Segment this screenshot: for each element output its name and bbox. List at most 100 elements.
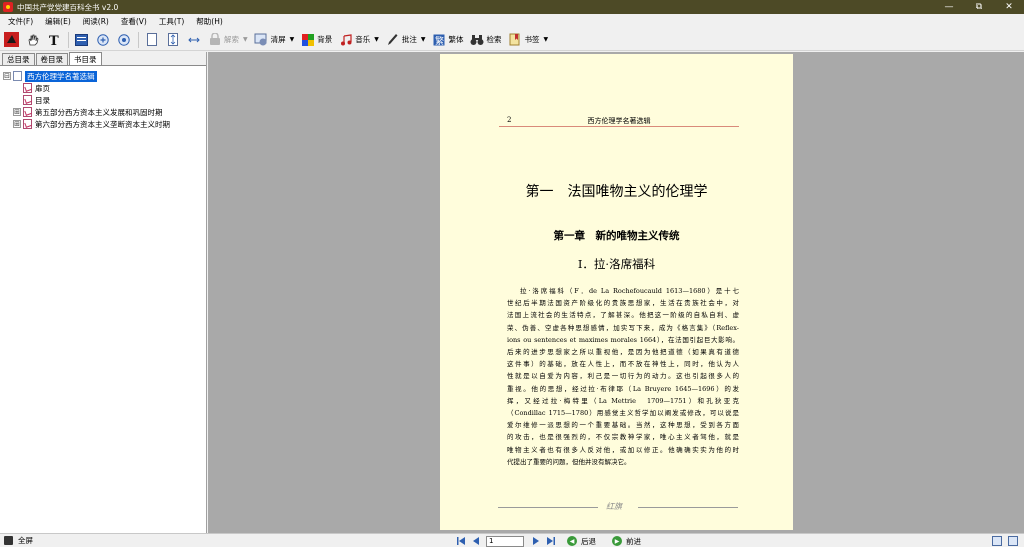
single-view-icon[interactable] xyxy=(992,536,1002,546)
menu-file[interactable]: 文件(F) xyxy=(8,16,33,27)
body-line: 性就是以自爱为内容，利己是一切行为的动力。这也引起很多人的 xyxy=(507,372,739,381)
background-button[interactable]: 背景 xyxy=(298,31,334,49)
fit-page-button[interactable] xyxy=(142,31,161,49)
body-line: 这件事）的基础，放在人性上，而不放在神性上，同时，他认为人 xyxy=(507,360,739,369)
bookmark-icon xyxy=(508,32,523,47)
body-line: ions ou sentences et maximes morales 166… xyxy=(507,335,739,344)
document-viewer[interactable]: 2 西方伦理学名著选辑 第一 法国唯物主义的伦理学 第一章 新的唯物主义传统 Ⅰ… xyxy=(208,52,1024,533)
bookmark-button[interactable]: 书签 ▼ xyxy=(506,31,551,49)
last-page-button[interactable] xyxy=(546,536,556,546)
section-title: Ⅰ．拉·洛席福科 xyxy=(577,257,656,271)
body-line: 爱尔维修一派思想的一个重要基础。当然，这种思想，受到各方面 xyxy=(507,421,739,430)
back-button[interactable]: ◀ 后退 xyxy=(567,536,596,547)
fit-width-button[interactable] xyxy=(184,31,203,49)
forward-label: 前进 xyxy=(626,536,641,546)
next-page-icon xyxy=(533,537,539,545)
menu-edit[interactable]: 编辑(E) xyxy=(45,16,71,27)
chevron-down-icon: ▼ xyxy=(543,36,549,43)
restore-button[interactable]: ⧉ xyxy=(964,0,994,14)
fit-height-icon xyxy=(165,32,180,47)
back-label: 后退 xyxy=(581,536,596,546)
last-page-icon xyxy=(547,537,555,545)
close-button[interactable]: ✕ xyxy=(994,0,1024,14)
bookmark-label: 书签 xyxy=(524,35,540,44)
page-icon xyxy=(23,95,32,105)
menu-tools[interactable]: 工具(T) xyxy=(159,16,184,27)
hand-icon xyxy=(25,32,40,47)
fullscreen-label[interactable]: 全屏 xyxy=(18,535,33,546)
back-arrow-icon: ◀ xyxy=(567,536,577,546)
annotate-button[interactable]: 批注 ▼ xyxy=(383,31,428,49)
binoculars-icon xyxy=(470,32,485,47)
collapse-icon[interactable]: ⊟ xyxy=(3,72,11,80)
next-page-button[interactable] xyxy=(531,536,541,546)
music-label: 音乐 xyxy=(355,35,371,44)
page-number-input[interactable] xyxy=(486,535,524,547)
expand-icon[interactable]: ⊞ xyxy=(13,120,21,128)
expand-icon[interactable]: ⊞ xyxy=(13,108,21,116)
running-head: 2 西方伦理学名著选辑 xyxy=(499,115,739,127)
tree-node-label[interactable]: 第六部分西方资本主义垄断资本主义时期 xyxy=(35,119,170,130)
fit-height-button[interactable] xyxy=(163,31,182,49)
music-button[interactable]: 音乐 ▼ xyxy=(336,31,381,49)
body-line: （Condillac 1715—1780）用感觉主义哲学加以阐发或修改，可以说是 xyxy=(507,409,739,418)
body-line: 拉·洛席福科（F．de La Rochefoucauld 1613—1680）是… xyxy=(520,287,739,295)
traditional-chinese-button[interactable]: 繁 繁体 xyxy=(430,31,466,49)
tab-volume-contents[interactable]: 卷目录 xyxy=(35,53,68,65)
clear-screen-label: 清屏 xyxy=(270,35,286,44)
search-button[interactable]: 检索 xyxy=(468,31,504,49)
first-page-button[interactable] xyxy=(456,536,466,546)
tree-node-label[interactable]: 扉页 xyxy=(35,83,50,94)
menu-help[interactable]: 帮助(H) xyxy=(196,16,223,27)
previous-page-button[interactable] xyxy=(471,536,481,546)
zoom-out-icon xyxy=(116,32,131,47)
tree-node-contents[interactable]: 目录 xyxy=(3,94,206,106)
body-line: 唯物主义者也有很多人反对他，或加以修正。他确确实实为他的时 xyxy=(507,445,739,454)
unlock-button[interactable]: 解索 ▼ xyxy=(205,31,250,49)
fit-width-icon xyxy=(186,32,201,47)
menu-view[interactable]: 查看(V) xyxy=(121,16,147,27)
svg-text:T: T xyxy=(49,34,59,46)
tree-node-label[interactable]: 目录 xyxy=(35,95,50,106)
tree-node-root[interactable]: ⊟ 西方伦理学名著选辑 xyxy=(3,70,206,82)
body-line: 法国上流社会的生活特点，了解甚深。他把这一阶级的自私自利、虚 xyxy=(507,311,739,320)
minimize-button[interactable]: — xyxy=(934,0,964,14)
footer-rule: 红旗 xyxy=(498,502,738,511)
chevron-down-icon: ▼ xyxy=(420,36,426,43)
running-head-title: 西方伦理学名著选辑 xyxy=(587,117,651,125)
tree-node-part-six[interactable]: ⊞ 第六部分西方资本主义垄断资本主义时期 xyxy=(3,118,206,130)
book-logo-icon xyxy=(4,32,19,47)
page-navigation: ◀ 后退 ▶ 前进 xyxy=(456,535,651,547)
zoom-in-button[interactable] xyxy=(93,31,112,49)
double-view-icon[interactable] xyxy=(1008,536,1018,546)
pen-icon xyxy=(385,32,400,47)
single-page-button[interactable] xyxy=(72,31,91,49)
zoom-out-button[interactable] xyxy=(114,31,133,49)
tab-total-contents[interactable]: 总目录 xyxy=(2,53,35,65)
fullscreen-icon[interactable] xyxy=(4,536,13,545)
tree-node-title-page[interactable]: 扉页 xyxy=(3,82,206,94)
page-icon xyxy=(23,119,32,129)
text-tool-button[interactable]: T xyxy=(44,31,63,49)
tab-book-contents[interactable]: 书目录 xyxy=(69,52,102,65)
tree-node-label[interactable]: 西方伦理学名著选辑 xyxy=(25,70,97,82)
page-view-icon xyxy=(74,32,89,47)
chapter-title: 第一章 新的唯物主义传统 xyxy=(553,230,680,242)
palette-icon xyxy=(300,32,315,47)
tree-node-label[interactable]: 第五部分西方资本主义发展和巩固时期 xyxy=(35,107,163,118)
hand-tool-button[interactable] xyxy=(23,31,42,49)
traditional-icon: 繁 xyxy=(432,32,447,47)
menu-read[interactable]: 阅读(R) xyxy=(83,16,109,27)
toolbar: T 解索 ▼ 清屏 ▼ 背景 音乐 ▼ 批注 ▼ 繁 繁体 检索 书签 ▼ xyxy=(0,29,1024,51)
toolbar-separator xyxy=(138,31,139,48)
logo-button[interactable] xyxy=(2,31,21,49)
previous-page-icon xyxy=(473,537,479,545)
clear-screen-button[interactable]: 清屏 ▼ xyxy=(252,31,297,49)
book-page: 2 西方伦理学名著选辑 第一 法国唯物主义的伦理学 第一章 新的唯物主义传统 Ⅰ… xyxy=(440,54,793,530)
menu-bar: 文件(F) 编辑(E) 阅读(R) 查看(V) 工具(T) 帮助(H) xyxy=(0,14,1024,29)
body-line: 荣、伪善、空虚各种思想感情，加实写下来，成为《格言集》（Reflex- xyxy=(507,323,739,332)
status-bar: 全屏 ◀ 后退 ▶ 前进 xyxy=(0,533,1024,547)
tree-node-part-five[interactable]: ⊞ 第五部分西方资本主义发展和巩固时期 xyxy=(3,106,206,118)
forward-button[interactable]: ▶ 前进 xyxy=(612,536,641,547)
toc-tabs: 总目录 卷目录 书目录 xyxy=(0,52,206,66)
